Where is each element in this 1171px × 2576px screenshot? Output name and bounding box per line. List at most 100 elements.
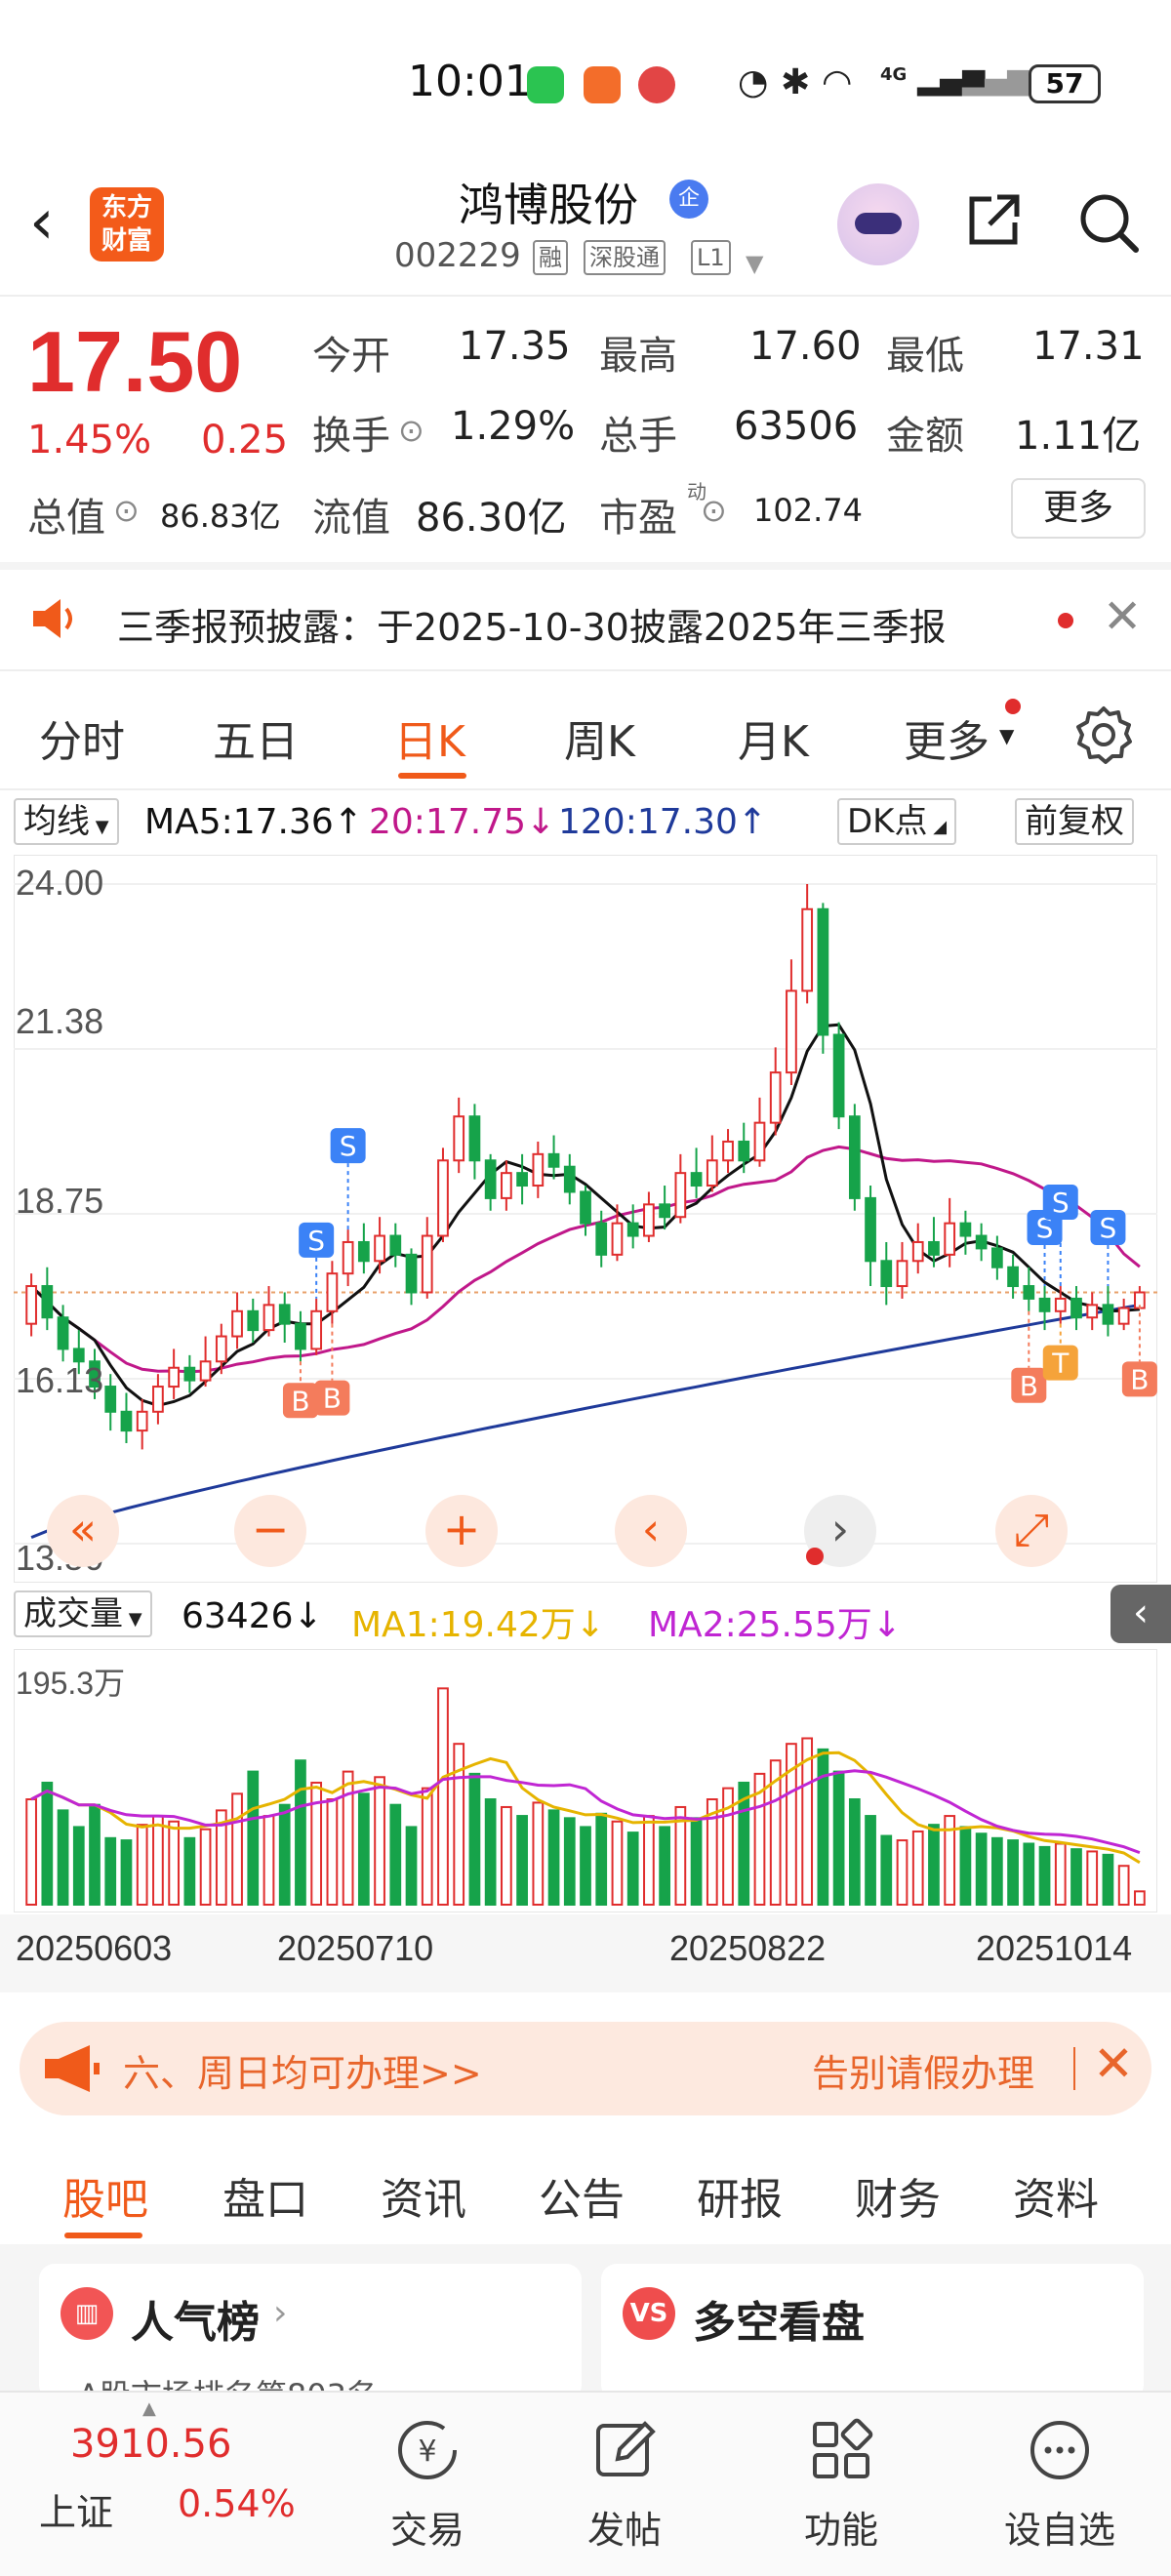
unread-dot — [806, 1548, 824, 1565]
search-icon[interactable] — [1075, 189, 1142, 256]
candle — [928, 1240, 940, 1256]
notice-bar[interactable]: 三季报预披露：于2025-10-30披露2025年三季报 ✕ — [0, 570, 1171, 667]
level-tag: L1 — [691, 240, 731, 275]
volume-bar — [690, 1817, 703, 1907]
tab-daily-k[interactable]: 日K — [394, 706, 465, 769]
tab-five-day[interactable]: 五日 — [213, 706, 299, 769]
signal-label: S — [307, 1225, 325, 1257]
tab-finance[interactable]: 财务 — [855, 2164, 941, 2227]
close-icon[interactable]: ✕ — [1093, 2035, 1134, 2092]
tab-weekly-k[interactable]: 周K — [564, 706, 635, 769]
bull-bear-card[interactable]: VS 多空看盘 — [601, 2264, 1144, 2400]
dk-point-selector[interactable]: DK点 ◢ — [837, 798, 957, 845]
volume-bar — [928, 1824, 940, 1906]
more-dots-icon — [1030, 2421, 1089, 2479]
candle — [215, 1335, 227, 1363]
volume-chart[interactable]: 195.3万 — [14, 1649, 1157, 1912]
promo-banner[interactable]: 六、周日均可办理>> 告别请假办理 ✕ — [20, 2022, 1151, 2115]
scroll-left-button[interactable]: ‹ — [615, 1495, 687, 1567]
low-value: 17.31 — [1032, 324, 1145, 369]
tab-news[interactable]: 资讯 — [381, 2164, 466, 2227]
change-percent: 1.45% — [27, 418, 152, 463]
info-icon[interactable]: ⊙ — [113, 492, 140, 529]
volume-bar — [911, 1830, 924, 1906]
nav-post[interactable]: 发帖 — [556, 2402, 693, 2558]
volume-selector[interactable]: 成交量 ▼ — [14, 1590, 152, 1637]
edit-icon — [596, 2421, 656, 2476]
fullscreen-button[interactable]: ⤢ — [995, 1495, 1068, 1567]
popularity-card[interactable]: ▥ 人气榜 › A股市场排名第803名 — [39, 2264, 582, 2400]
volume-bar — [168, 1820, 181, 1906]
candle — [389, 1234, 402, 1256]
back-icon[interactable]: ‹ — [29, 191, 68, 254]
tab-research[interactable]: 研报 — [697, 2164, 783, 2227]
volume-bar — [865, 1815, 876, 1906]
info-icon[interactable]: ⊙ — [398, 412, 424, 449]
volume-bar — [357, 1792, 370, 1906]
corner-arrow-icon: ◢ — [927, 817, 948, 837]
scroll-left-fast-button[interactable]: « — [47, 1495, 119, 1567]
volume-bar — [120, 1839, 133, 1906]
tab-monthly-k[interactable]: 月K — [738, 706, 809, 769]
index-percent[interactable]: 0.54% — [178, 2482, 296, 2525]
promo-text-right[interactable]: 告别请假办理 — [812, 2043, 1034, 2097]
volume-bar — [295, 1759, 306, 1906]
nav-functions[interactable]: 功能 — [773, 2402, 909, 2558]
info-icon[interactable]: ⊙ — [701, 492, 727, 529]
gear-icon[interactable] — [1073, 704, 1134, 765]
cards-row: ▥ 人气榜 › A股市场排名第803名 VS 多空看盘 — [0, 2244, 1171, 2400]
tab-intraday[interactable]: 分时 — [39, 706, 125, 769]
candle — [563, 1165, 576, 1193]
volume-bar — [595, 1812, 608, 1906]
volume-svg — [14, 1649, 1157, 1912]
candle — [944, 1222, 956, 1256]
vol-ma1-value: MA1:19.42万↓ — [351, 1605, 605, 1645]
ma-selector[interactable]: 均线 ▼ — [14, 798, 119, 845]
volume-bar — [136, 1824, 148, 1906]
nav-trade[interactable]: ¥ 交易 — [359, 2402, 496, 2558]
volume-bar — [959, 1826, 972, 1907]
nav-watchlist[interactable]: 设自选 — [991, 2402, 1128, 2558]
content-tabs: 股吧 盘口 资讯 公告 研报 财务 资料 — [0, 2133, 1171, 2240]
volume-bar — [501, 1805, 512, 1907]
kline-tabs: 分时 五日 日K 周K 月K 更多 ▼ — [0, 673, 1171, 790]
assistant-robot-icon[interactable] — [837, 183, 919, 265]
zoom-in-button[interactable]: + — [425, 1495, 498, 1567]
candle — [501, 1172, 512, 1199]
tab-forum[interactable]: 股吧 — [62, 2164, 148, 2227]
candle — [484, 1159, 497, 1199]
y-tick-label: 16.13 — [16, 1360, 104, 1400]
total-value-label[interactable]: 总值 — [27, 486, 105, 543]
pe-label[interactable]: 市盈 — [599, 486, 677, 543]
candle — [1023, 1285, 1035, 1300]
adjust-selector[interactable]: 前复权 — [1015, 798, 1134, 845]
zoom-out-button[interactable]: − — [234, 1495, 306, 1567]
index-value[interactable]: 3910.56 — [70, 2422, 231, 2467]
tab-order-book[interactable]: 盘口 — [222, 2164, 308, 2227]
notice-text[interactable]: 三季报预披露：于2025-10-30披露2025年三季报 — [117, 597, 947, 651]
ma120-value: 120:17.30↑ — [558, 802, 768, 842]
turnover-label[interactable]: 换手 — [312, 404, 390, 461]
candle — [532, 1152, 545, 1187]
volume-bar — [278, 1803, 291, 1906]
tab-more[interactable]: 更多 — [904, 706, 989, 769]
kline-chart[interactable]: SSBBSSSBTB 24.00 21.38 18.75 16.13 13.50… — [14, 855, 1157, 1583]
close-icon[interactable]: ✕ — [1103, 589, 1142, 644]
candle — [865, 1196, 876, 1263]
volume-bar — [104, 1836, 117, 1907]
promo-text[interactable]: 六、周日均可办理>> — [123, 2043, 482, 2097]
volume-bar — [848, 1798, 861, 1906]
tab-profile[interactable]: 资料 — [1013, 2164, 1099, 2227]
index-name[interactable]: 上证 — [39, 2482, 113, 2536]
volume-bar — [199, 1828, 212, 1907]
chevron-down-icon[interactable]: ▼ — [746, 250, 763, 277]
candle — [674, 1172, 687, 1219]
tab-announcements[interactable]: 公告 — [539, 2164, 625, 2227]
candle — [405, 1253, 418, 1294]
collapse-panel-icon[interactable]: ‹ — [1110, 1585, 1171, 1643]
high-label: 最高 — [599, 334, 677, 379]
volume-bar — [880, 1834, 893, 1906]
more-button[interactable]: 更多 — [1011, 478, 1146, 539]
volume-selector-label: 成交量 — [23, 1594, 123, 1633]
share-icon[interactable] — [962, 189, 1025, 252]
